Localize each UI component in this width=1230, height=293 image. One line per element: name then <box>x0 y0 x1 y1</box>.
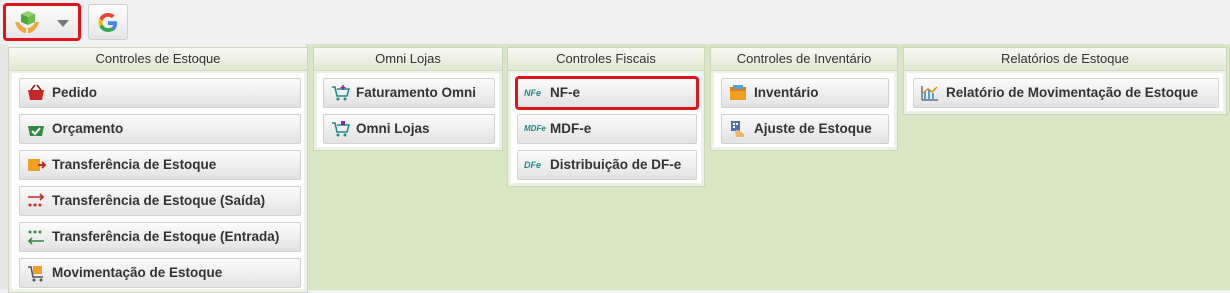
nfe-icon: NFe <box>524 88 542 98</box>
menu-item-mdf-e[interactable]: MDFe MDF-e <box>517 114 697 144</box>
toolbar <box>0 0 1230 44</box>
menu-item-inventario[interactable]: Inventário <box>721 78 889 108</box>
basket-check-icon <box>28 126 44 136</box>
cart-icon <box>332 121 350 137</box>
hand-building-icon <box>731 121 744 137</box>
menu-item-distribuicao-de-df-e[interactable]: DFe Distribuição de DF-e <box>517 150 697 180</box>
group-relatorios-de-estoque: Relatórios de Estoque Relatório de Movim… <box>903 47 1227 115</box>
menu-item-movimentacao-de-estoque[interactable]: Movimentação de Estoque <box>19 258 301 288</box>
menu-item-ajuste-de-estoque[interactable]: Ajuste de Estoque <box>721 114 889 144</box>
arrow-in-icon <box>27 230 44 245</box>
menu-item-label: Omni Lojas <box>356 121 430 136</box>
menu-item-label: Ajuste de Estoque <box>754 121 872 136</box>
menu-item-label: Orçamento <box>52 121 124 136</box>
menu-item-nf-e[interactable]: NFe NF-e <box>515 76 699 110</box>
group-title: Controles de Estoque <box>9 48 307 71</box>
group-title: Relatórios de Estoque <box>904 48 1226 71</box>
menu-item-label: Faturamento Omni <box>356 85 477 100</box>
menu-item-label: Distribuição de DF-e <box>550 157 682 172</box>
menu-item-transferencia-entrada[interactable]: Transferência de Estoque (Entrada) <box>19 222 301 252</box>
menu-item-transferencia-de-estoque[interactable]: Transferência de Estoque <box>19 150 301 180</box>
menu-item-orcamento[interactable]: Orçamento <box>19 114 301 144</box>
menu-item-label: Relatório de Movimentação de Estoque <box>946 85 1199 100</box>
apps-hands-box-icon <box>15 11 39 33</box>
menu-item-label: Transferência de Estoque <box>52 157 217 172</box>
arrow-out-icon <box>28 193 45 207</box>
apps-menu-button[interactable] <box>3 3 81 41</box>
menu-item-label: Movimentação de Estoque <box>52 265 223 280</box>
group-title: Controles Fiscais <box>508 48 704 71</box>
menu-item-label: Transferência de Estoque (Entrada) <box>52 229 280 244</box>
mdfe-icon: MDFe <box>524 124 546 133</box>
dfe-icon: DFe <box>524 160 542 170</box>
cart-box-icon <box>28 266 43 282</box>
menu-item-transferencia-saida[interactable]: Transferência de Estoque (Saída) <box>19 186 301 216</box>
group-controles-fiscais: Controles Fiscais NFe NF-e MDFe MDF-e DF… <box>507 47 705 187</box>
inventory-box-icon <box>730 85 746 100</box>
google-g-icon <box>98 13 117 32</box>
menu-item-label: Inventário <box>754 85 819 100</box>
chart-report-icon <box>921 86 938 101</box>
group-controles-de-inventario: Controles de Inventário Inventário Ajust… <box>710 47 898 151</box>
cart-plus-icon <box>332 85 350 101</box>
group-title: Omni Lojas <box>314 48 502 71</box>
box-arrow-icon <box>28 159 46 171</box>
refresh-button[interactable] <box>88 4 128 40</box>
group-title: Controles de Inventário <box>711 48 897 71</box>
left-strip <box>0 44 8 290</box>
chevron-down-icon <box>57 20 69 27</box>
menu-item-label: Pedido <box>52 85 98 100</box>
menu-item-relatorio-movimentacao[interactable]: Relatório de Movimentação de Estoque <box>913 78 1219 108</box>
menu-item-label: NF-e <box>550 85 580 100</box>
menu-item-pedido[interactable]: Pedido <box>19 78 301 108</box>
menu-item-omni-lojas[interactable]: Omni Lojas <box>323 114 495 144</box>
group-controles-de-estoque: Controles de Estoque Pedido Orçamento Tr… <box>8 47 308 293</box>
menu-item-label: MDF-e <box>550 121 592 136</box>
group-omni-lojas: Omni Lojas Faturamento Omni Omni Lojas <box>313 47 503 151</box>
menu-item-faturamento-omni[interactable]: Faturamento Omni <box>323 78 495 108</box>
menu-item-label: Transferência de Estoque (Saída) <box>52 193 266 208</box>
basket-icon <box>28 84 44 100</box>
